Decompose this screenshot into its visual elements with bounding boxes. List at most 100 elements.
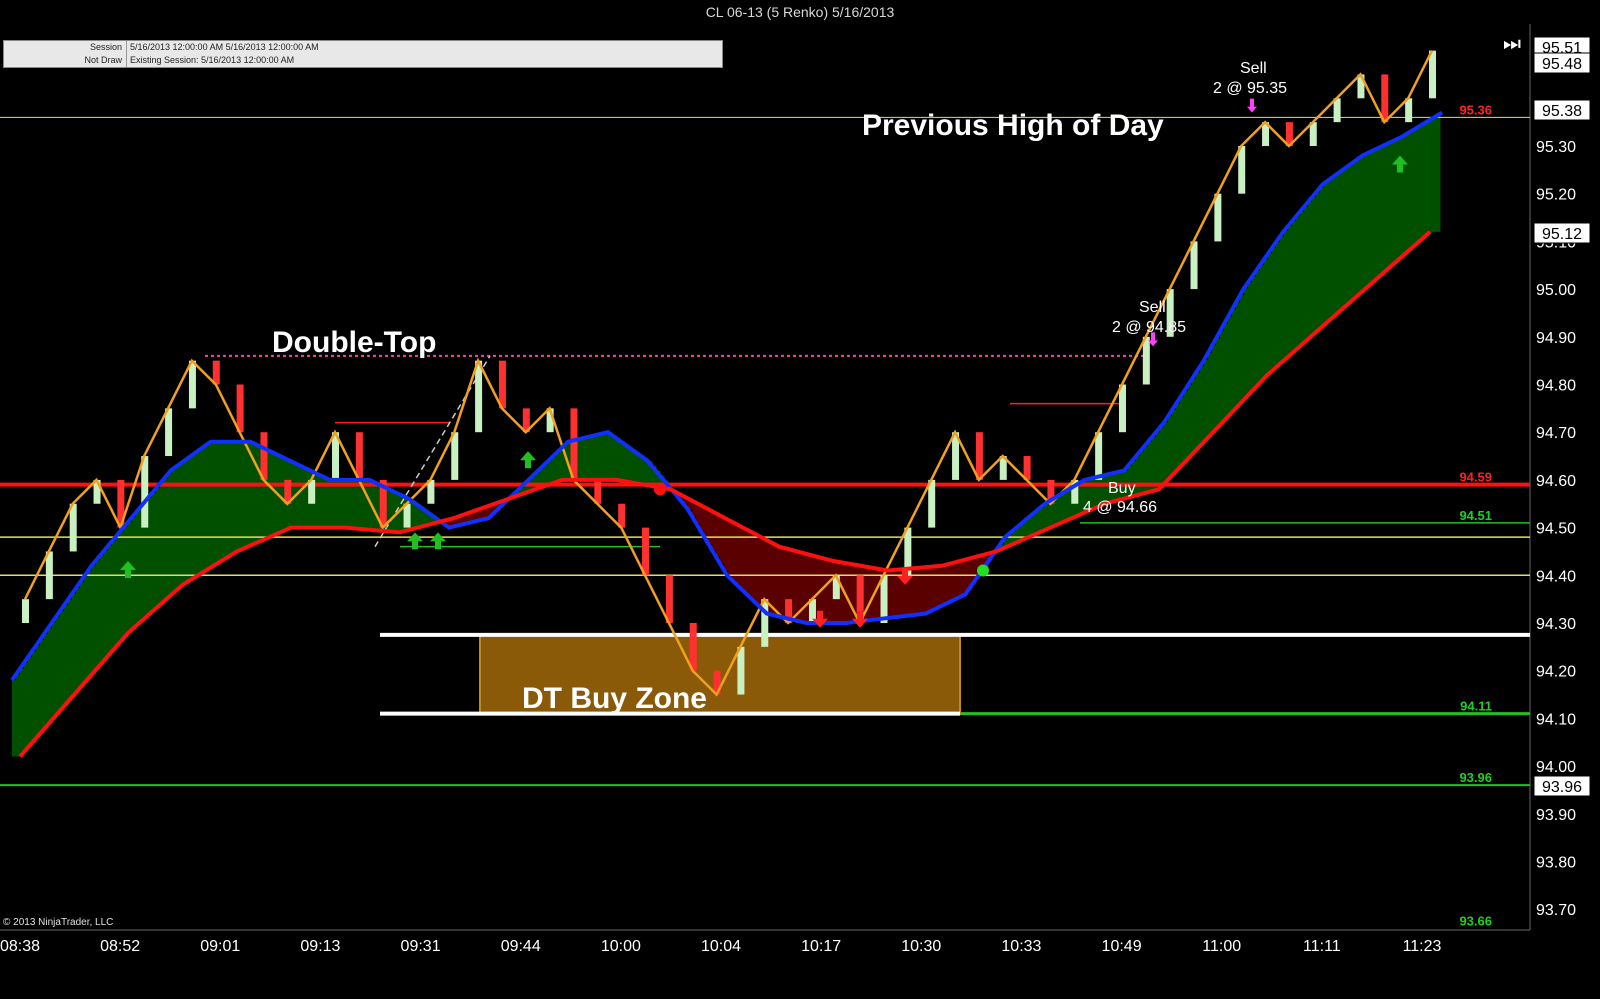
renko-bar bbox=[475, 360, 483, 433]
cloud-slice bbox=[272, 452, 277, 537]
renko-bar bbox=[1214, 193, 1222, 242]
cloud-slice bbox=[56, 616, 61, 716]
cloud-slice bbox=[1348, 166, 1353, 304]
cloud-slice bbox=[28, 657, 33, 748]
cloud-slice bbox=[944, 565, 949, 605]
cloud-slice bbox=[1392, 141, 1397, 266]
cloud-slice bbox=[1356, 160, 1361, 297]
cloud-slice bbox=[204, 446, 209, 572]
time-tick-label: 09:13 bbox=[300, 938, 340, 955]
cloud-slice bbox=[1264, 259, 1269, 379]
cloud-slice bbox=[64, 605, 69, 707]
price-tag-mid: 95.12 bbox=[1533, 222, 1591, 244]
time-tick-label: 10:49 bbox=[1102, 938, 1142, 955]
renko-chart[interactable]: 95.36 94.59 94.51 94.11 93.96 93.66 95.30 95.2… bbox=[0, 0, 1600, 999]
cloud-slice bbox=[848, 563, 853, 623]
cloud-slice bbox=[824, 558, 829, 623]
cloud-slice bbox=[1432, 118, 1437, 232]
cloud-slice bbox=[1160, 427, 1165, 489]
cloud-slice bbox=[104, 550, 109, 661]
cloud-slice bbox=[168, 473, 173, 598]
scroll-to-end-icon[interactable]: ⏭ bbox=[1500, 33, 1524, 55]
cloud-slice bbox=[1428, 121, 1433, 234]
cloud-slice bbox=[60, 611, 65, 711]
cloud-slice bbox=[556, 453, 561, 483]
cloud-slice bbox=[748, 530, 753, 596]
cloud-slice bbox=[1280, 236, 1285, 364]
cloud-slice bbox=[96, 560, 101, 670]
cloud-slice bbox=[1296, 216, 1301, 350]
cloud-slice bbox=[760, 536, 765, 608]
cloud-slice bbox=[156, 488, 161, 609]
price-tick-label: 93.70 bbox=[1536, 902, 1576, 919]
time-tick-label: 10:33 bbox=[1001, 938, 1041, 955]
cloud-slice bbox=[1204, 360, 1209, 442]
renko-bar bbox=[1142, 336, 1150, 385]
cloud-slice bbox=[348, 479, 353, 528]
time-tick-label: 09:44 bbox=[501, 938, 541, 955]
cloud-slice bbox=[1220, 331, 1225, 425]
cloud-slice bbox=[924, 567, 929, 614]
cloud-slice bbox=[48, 628, 53, 725]
renko-bar bbox=[165, 408, 173, 457]
time-tick-label: 10:30 bbox=[901, 938, 941, 955]
cloud-slice bbox=[1376, 149, 1381, 280]
renko-bar bbox=[689, 623, 697, 671]
cloud-slice bbox=[36, 645, 41, 739]
cloud-slice bbox=[132, 517, 137, 630]
buy-label: Buy bbox=[1108, 480, 1136, 497]
cloud-slice bbox=[356, 479, 361, 529]
cloud-slice bbox=[80, 582, 85, 688]
cloud-slice bbox=[240, 441, 245, 551]
cloud-slice bbox=[244, 441, 249, 549]
renko-bar bbox=[1238, 146, 1246, 194]
cloud-slice bbox=[1252, 276, 1257, 392]
price-tick-label: 94.90 bbox=[1536, 330, 1576, 347]
cloud-slice bbox=[1292, 221, 1297, 354]
cloud-slice bbox=[208, 443, 213, 570]
cross-dot-red bbox=[654, 483, 666, 496]
cloud-slice bbox=[724, 517, 729, 571]
cloud-slice bbox=[220, 441, 225, 562]
cloud-slice bbox=[600, 434, 605, 480]
cloud-slice bbox=[1388, 143, 1393, 269]
cloud-slice bbox=[1384, 145, 1389, 273]
cloud-slice bbox=[804, 553, 809, 623]
cloud-slice bbox=[828, 559, 833, 623]
time-axis[interactable]: 08:38 08:52 09:01 09:13 09:31 09:44 10:00 10:04… bbox=[0, 938, 1442, 955]
cloud-slice bbox=[752, 532, 757, 600]
renko-bar bbox=[451, 432, 459, 480]
cloud-slice bbox=[580, 438, 585, 480]
cloud-slice bbox=[192, 455, 197, 580]
cloud-slice bbox=[1400, 137, 1405, 259]
cloud-slice bbox=[1336, 174, 1341, 315]
session-row: Session 5/16/2013 12:00:00 AM 5/16/2013 1… bbox=[4, 41, 722, 54]
cloud-slice bbox=[1180, 397, 1185, 468]
cloud-slice bbox=[1228, 316, 1233, 417]
cloud-slice bbox=[792, 550, 797, 620]
level-label: 94.59 bbox=[1459, 470, 1492, 485]
cloud-slice bbox=[72, 593, 77, 698]
cloud-slice bbox=[1256, 270, 1261, 387]
price-tick-label: 94.20 bbox=[1536, 664, 1576, 681]
cloud-slice bbox=[316, 473, 321, 528]
time-tick-label: 10:17 bbox=[801, 938, 841, 955]
cloud-slice bbox=[76, 588, 81, 693]
cloud-slice bbox=[1412, 130, 1417, 248]
price-tick-label: 93.90 bbox=[1536, 807, 1576, 824]
price-axis[interactable]: 95.3095.2095.1095.0094.9094.8094.7094.60… bbox=[1536, 139, 1576, 919]
price-tick-label: 94.70 bbox=[1536, 425, 1576, 442]
cloud-slice bbox=[1420, 125, 1425, 241]
price-tag-low: 93.96 bbox=[1533, 775, 1591, 797]
price-tick-label: 95.00 bbox=[1536, 282, 1576, 299]
cloud-slice bbox=[1320, 187, 1325, 329]
cloud-slice bbox=[148, 497, 153, 616]
cloud-slice bbox=[88, 570, 93, 679]
cloud-slice bbox=[364, 479, 369, 530]
price-tick-label: 94.10 bbox=[1536, 711, 1576, 728]
cloud-slice bbox=[40, 639, 45, 734]
cloud-slice bbox=[1304, 206, 1309, 343]
cloud-slice bbox=[136, 512, 141, 626]
cloud-slice bbox=[608, 432, 613, 480]
cloud-slice bbox=[100, 555, 105, 666]
